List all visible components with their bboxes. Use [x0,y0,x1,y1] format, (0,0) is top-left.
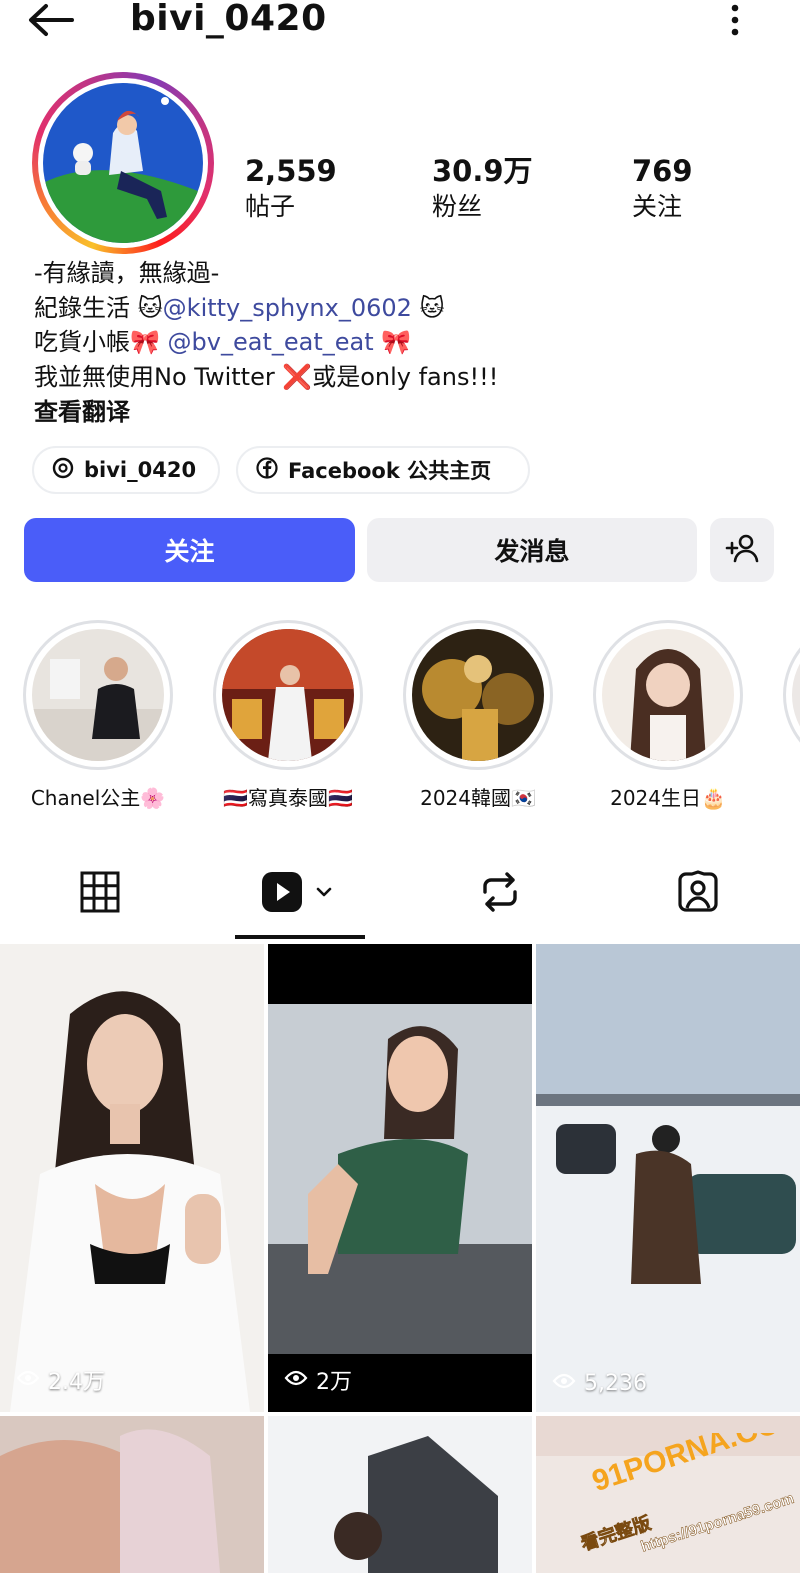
cat-emoji-icon: 🐱 [411,293,445,322]
bio-line-2: 紀錄生活 🐱@kitty_sphynx_0602 🐱 [34,293,445,322]
bio-line-4: 我並無使用No Twitter ❌或是only fans!!! [34,362,499,391]
reel-thumbnail[interactable] [0,1416,264,1573]
bio-line-3: 吃貨小帳🎀 @bv_eat_eat_eat 🎀 [34,328,412,356]
follow-button[interactable]: 关注 [24,518,355,582]
highlight-cover [32,629,164,761]
view-count: 2万 [284,1364,352,1396]
message-button[interactable]: 发消息 [367,518,697,582]
threads-link-chip[interactable]: bivi_0420 [32,446,220,494]
facebook-icon [256,456,278,484]
story-ring[interactable] [32,72,214,254]
suggest-people-button[interactable] [710,518,774,582]
eye-icon [16,1368,40,1393]
active-tab-indicator [235,935,365,939]
top-bar: bivi_0420 [0,0,800,44]
repost-icon [479,870,521,918]
reel-thumbnail[interactable]: 2.4万 [0,944,264,1412]
svg-text:91PORNA.COM: 91PORNA.COM [588,1433,796,1498]
cat-emoji-icon: 🐱 [137,293,163,322]
more-options-icon[interactable] [720,2,750,38]
threads-icon [52,457,74,484]
highlight-cover [792,629,800,761]
svg-text:https://91porna59.com: https://91porna59.com [639,1490,796,1556]
highlight-item[interactable]: Chanel公主🌸 [3,620,193,811]
profile-username-title: bivi_0420 [130,0,327,39]
reel-thumbnail[interactable] [268,1416,532,1573]
posts-count[interactable]: 2,559 帖子 [245,152,337,224]
view-count: 5,236 [552,1371,647,1396]
tagged-person-icon [676,870,720,918]
eye-icon [552,1371,576,1396]
eye-icon [284,1368,308,1393]
grid-icon [80,871,120,917]
highlight-cover [602,629,734,761]
mention-link[interactable]: @bv_eat_eat_eat [168,328,374,356]
mention-link[interactable]: @kitty_sphynx_0602 [163,294,412,322]
see-translation-link[interactable]: 查看翻译 [34,392,130,427]
watermark-logo: 91PORNA.COM 看完整版 https://91porna59.com [566,1399,800,1563]
reel-thumbnail[interactable]: 5,236 [536,944,800,1412]
reel-thumbnail[interactable]: 2万 [268,944,532,1412]
highlight-item[interactable]: 20 [763,620,800,806]
tab-reposts[interactable] [435,848,565,940]
profile-tabs [0,848,800,940]
back-arrow-icon[interactable] [24,0,76,40]
add-person-icon [725,533,759,567]
highlight-item[interactable]: 2024生日🎂 [573,620,763,811]
highlight-item[interactable]: 🇹🇭寫真泰國🇹🇭 [193,620,383,811]
highlight-item[interactable]: 2024韓國🇰🇷 [383,620,573,811]
facebook-link-chip[interactable]: Facebook 公共主页 [236,446,530,494]
view-count: 2.4万 [16,1364,105,1396]
avatar [43,83,203,243]
highlight-cover [412,629,544,761]
tab-reels[interactable] [235,848,365,940]
tab-tagged[interactable] [633,848,763,940]
followers-count[interactable]: 30.9万 粉丝 [432,152,533,224]
bio-line-1: -有緣讀，無緣過- [34,259,220,287]
highlight-cover [222,629,354,761]
ribbon-emoji-icon: 🎀 [373,328,412,356]
tab-posts-grid[interactable] [35,848,165,940]
ribbon-emoji-icon: 🎀 [130,328,160,356]
reels-play-icon [260,869,340,919]
following-count[interactable]: 769 关注 [632,152,693,224]
story-highlights: Chanel公主🌸 🇹🇭寫真泰國🇹🇭 2024韓國🇰🇷 2024生日🎂 20 [0,620,800,820]
bio: -有緣讀，無緣過- 紀錄生活 🐱@kitty_sphynx_0602 🐱 吃貨小… [34,256,774,394]
